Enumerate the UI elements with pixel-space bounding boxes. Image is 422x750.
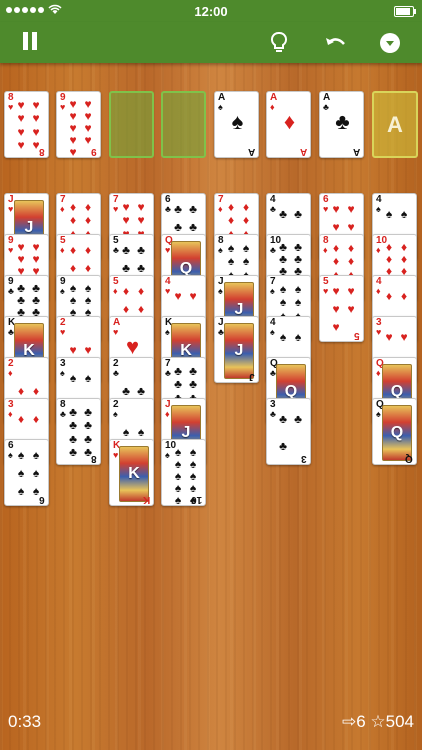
- card-suit: ♥: [8, 245, 14, 255]
- card-suit: ♥: [8, 204, 14, 214]
- card-center-suit: ♦: [283, 109, 296, 134]
- card-suit: ♥: [165, 286, 171, 296]
- game-toolbar: [0, 22, 422, 63]
- card-center-suit: ♠: [231, 109, 244, 134]
- lightbulb-icon: [270, 32, 288, 52]
- card-suit: ♦: [165, 409, 170, 419]
- card-suit: ♦: [8, 409, 13, 419]
- freecell-card[interactable]: 9 ♥ ♥ ♥ ♥ ♥ ♥ ♥ ♥ ♥ ♥ 9: [56, 91, 101, 158]
- tableau-card[interactable]: K ♥ K K: [109, 439, 154, 506]
- card-suit: ♥: [376, 327, 382, 337]
- card-suit: ♠: [165, 327, 170, 337]
- card-suit: ♦: [60, 204, 65, 214]
- card-suit: ♠: [165, 450, 170, 460]
- foundation-card[interactable]: A ♣ ♣ A: [319, 91, 364, 158]
- card-suit: ♥: [323, 286, 329, 296]
- card-pips: ♥ ♥ ♥ ♥ ♥ ♥ ♥ ♥: [17, 97, 40, 153]
- card-pips: ♣ ♣ ♣ ♣ ♣ ♣ ♣ ♣: [69, 404, 92, 460]
- freecell-card[interactable]: 8 ♥ ♥ ♥ ♥ ♥ ♥ ♥ ♥ ♥ 8: [4, 91, 49, 158]
- card-rank-corner: 8: [39, 146, 45, 157]
- card-suit: ♠: [376, 409, 381, 419]
- tableau-card[interactable]: 3 ♣ ♣ ♣ ♣ 3: [266, 398, 311, 465]
- card-suit: ♠: [270, 286, 275, 296]
- card-suit: ♦: [376, 286, 381, 296]
- freecell-empty-slot[interactable]: [161, 91, 206, 158]
- score-value: ☆504: [370, 712, 414, 731]
- card-suit: ♥: [113, 450, 119, 460]
- card-pips: ♥♥♥♥♥♥♥♥♥: [69, 97, 92, 158]
- pause-icon: [21, 31, 39, 55]
- move-count: ⇨6: [341, 712, 366, 731]
- card-suit: ♠: [113, 409, 118, 419]
- card-suit: ♠: [270, 327, 275, 337]
- card-center-suit: ♥: [125, 334, 140, 359]
- card-rank-corner: K: [142, 494, 150, 505]
- card-rank-corner: A: [352, 146, 360, 157]
- tableau-card[interactable]: J ♣ J J: [214, 316, 259, 383]
- card-suit: ♦: [323, 245, 328, 255]
- menu-button[interactable]: [375, 28, 405, 58]
- foundation-card[interactable]: A ♠ ♠ A: [214, 91, 259, 158]
- foundation-card[interactable]: A ♦ ♦ A: [266, 91, 311, 158]
- card-rank-corner: A: [247, 146, 255, 157]
- card-suit: ♦: [60, 245, 65, 255]
- card-rank-corner: 6: [39, 494, 45, 505]
- undo-icon: [326, 38, 345, 45]
- card-rank-corner: J: [249, 371, 255, 382]
- card-suit: ♠: [60, 368, 65, 378]
- card-pips: ♣ ♣ ♣: [279, 411, 302, 453]
- card-suit: ♥: [60, 102, 66, 112]
- card-suit: ♦: [113, 286, 118, 296]
- card-suit: ♥: [165, 245, 171, 255]
- pause-button[interactable]: [15, 28, 45, 58]
- tableau-card[interactable]: 10 ♠ ♠ ♠ ♠ ♠ ♠ ♠ ♠ ♠ ♠ ♠ 10: [161, 439, 206, 506]
- card-suit: ♥: [60, 327, 66, 337]
- hint-button[interactable]: [264, 28, 294, 58]
- card-rank-corner: 9: [91, 146, 97, 157]
- card-rank-corner: 5: [354, 330, 360, 341]
- card-rank-corner: A: [299, 146, 307, 157]
- tableau-card[interactable]: 8 ♣ ♣ ♣ ♣ ♣ ♣ ♣ ♣ ♣ 8: [56, 398, 101, 465]
- card-suit: ♠: [376, 204, 381, 214]
- card-center-suit: ♣: [335, 109, 350, 134]
- card-suit: ♠: [218, 245, 223, 255]
- card-suit: ♦: [8, 368, 13, 378]
- card-suit: ♠: [60, 286, 65, 296]
- card-pips: ♠ ♠ ♠ ♠ ♠ ♠ ♠ ♠ ♠ ♠: [174, 445, 197, 506]
- card-suit: ♦: [376, 368, 381, 378]
- freecell-empty-slot[interactable]: [109, 91, 154, 158]
- card-suit: ♠: [8, 450, 13, 460]
- card-rank-corner: 8: [91, 453, 97, 464]
- status-time: 12:00: [194, 4, 228, 19]
- card-rank-corner: 3: [301, 453, 307, 464]
- card-suit: ♠: [218, 286, 223, 296]
- card-rank-corner: 10: [190, 494, 202, 505]
- tableau-card[interactable]: 5 ♥ ♥ ♥ ♥ ♥ ♥ 5: [319, 275, 364, 342]
- undo-button[interactable]: [321, 28, 351, 58]
- status-bar: 12:00: [0, 0, 422, 22]
- card-suit: ♥: [113, 204, 119, 214]
- game-score: ⇨6 ☆504: [342, 712, 414, 732]
- game-timer: 0:33: [8, 712, 42, 731]
- card-suit: ♦: [218, 204, 223, 214]
- card-suit: ♥: [8, 102, 14, 112]
- card-suit: ♥: [323, 204, 329, 214]
- menu-dropdown-icon: [380, 33, 400, 53]
- tableau-card[interactable]: 6 ♠ ♠ ♠ ♠ ♠ ♠ ♠ 6: [4, 439, 49, 506]
- card-rank-corner: Q: [405, 453, 413, 464]
- tableau-card[interactable]: Q ♠ Q Q: [372, 398, 417, 465]
- card-pips: ♥ ♥ ♥ ♥ ♥: [332, 284, 355, 334]
- card-pips: ♠ ♠ ♠ ♠ ♠ ♠: [17, 448, 40, 498]
- card-suit: ♦: [376, 245, 381, 255]
- foundation-empty-slot[interactable]: A: [372, 91, 418, 158]
- battery-icon: [394, 6, 416, 17]
